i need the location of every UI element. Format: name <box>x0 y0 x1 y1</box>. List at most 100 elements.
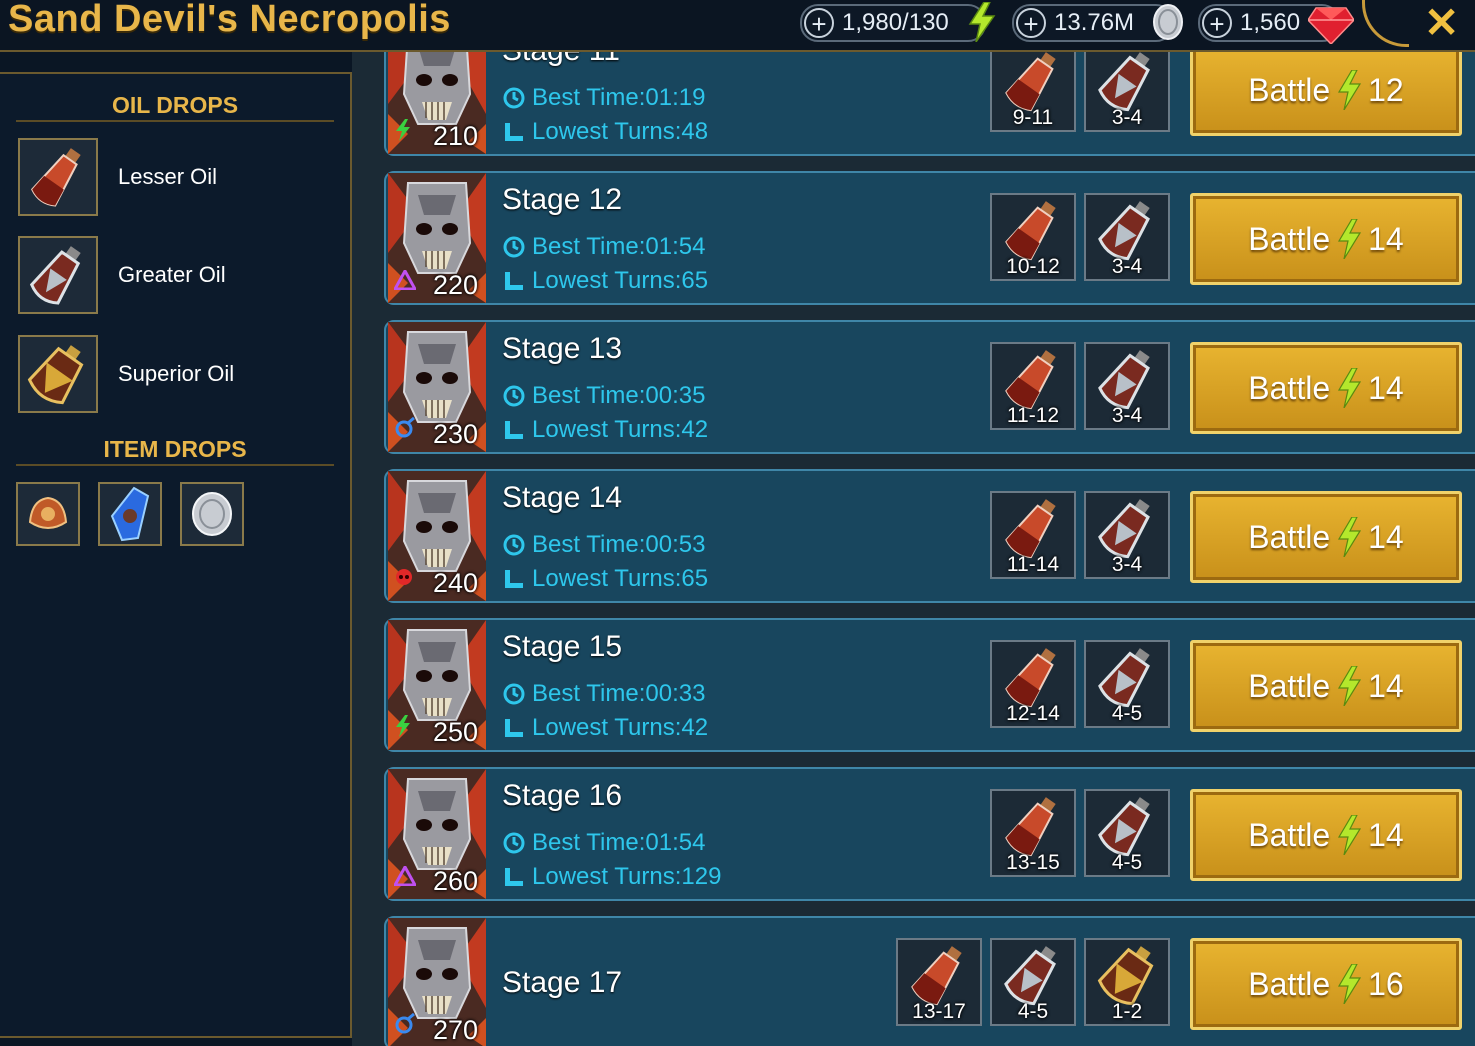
best-time: Best Time: 00:53 <box>502 531 705 559</box>
lowest-turns-value: 48 <box>681 118 709 145</box>
energy-icon <box>1336 219 1362 259</box>
stage-row[interactable]: 230 Stage 13 Best Time: 00:35 Lowest Turns:… <box>384 320 1475 454</box>
battle-button[interactable]: Battle 14 <box>1190 640 1462 732</box>
oil-drop-slot[interactable]: 9-11 <box>990 52 1076 132</box>
silver-value: 13.76M <box>1054 9 1135 36</box>
spirit-affinity-icon <box>394 416 416 444</box>
lowest-turns-label: Lowest Turns: <box>532 565 682 592</box>
drop-quantity: 3-4 <box>1111 553 1143 576</box>
energy-counter: + 1,980/130 <box>800 1 996 43</box>
stage-row[interactable]: 270 Stage 17 13-17 4-5 1-2 Battle 16 <box>384 916 1475 1046</box>
oil-drop-slot[interactable]: 4-5 <box>1084 640 1170 728</box>
oil-drop-slot[interactable]: 4-5 <box>990 938 1076 1026</box>
energy-icon <box>966 1 998 47</box>
battle-label: Battle <box>1248 816 1331 853</box>
oil-drop-slot[interactable]: 3-4 <box>1084 491 1170 579</box>
drop-quantity: 11-12 <box>1006 404 1060 427</box>
silver-coin-icon[interactable] <box>180 482 244 546</box>
energy-icon <box>1336 666 1362 706</box>
drop-quantity: 4-5 <box>1017 1000 1049 1023</box>
oil-drop-slot[interactable]: 13-15 <box>990 789 1076 877</box>
add-gems-button[interactable]: + <box>1202 8 1232 38</box>
clock-icon <box>502 682 526 706</box>
oil-label: Greater Oil <box>118 262 226 287</box>
best-time-label: Best Time: <box>532 531 646 558</box>
magic-affinity-icon <box>392 863 418 891</box>
artifact-icon[interactable] <box>16 482 80 546</box>
oil-drop-slot[interactable]: 4-5 <box>1084 789 1170 877</box>
add-energy-button[interactable]: + <box>804 8 834 38</box>
clock-icon <box>502 384 526 408</box>
close-button[interactable]: ✕ <box>1424 0 1459 47</box>
oil-label: Superior Oil <box>118 361 235 386</box>
best-time: Best Time: 00:33 <box>502 680 705 708</box>
champion-shard-icon[interactable] <box>98 482 162 546</box>
best-time-label: Best Time: <box>532 829 646 856</box>
turns-icon <box>502 716 526 740</box>
divider <box>16 464 334 466</box>
oil-drop-slot[interactable]: 3-4 <box>1084 342 1170 430</box>
drop-quantity: 4-5 <box>1111 851 1143 874</box>
best-time-value: 00:35 <box>645 382 706 409</box>
best-time-label: Best Time: <box>532 233 646 260</box>
force-affinity-icon <box>394 119 412 146</box>
energy-icon <box>1336 70 1362 110</box>
turns-icon <box>502 567 526 591</box>
best-time: Best Time: 00:35 <box>502 382 705 410</box>
best-time: Best Time: 01:54 <box>502 233 705 261</box>
best-time-value: 00:53 <box>645 531 706 558</box>
oil-drop-greater[interactable]: Greater Oil <box>18 236 338 316</box>
oil-drop-slot[interactable]: 11-12 <box>990 342 1076 430</box>
lowest-turns-value: 65 <box>681 267 709 294</box>
drop-quantity: 1-2 <box>1111 1000 1143 1023</box>
stage-row[interactable]: 220 Stage 12 Best Time: 01:54 Lowest Turns:… <box>384 171 1475 305</box>
oil-drop-lesser[interactable]: Lesser Oil <box>18 138 338 218</box>
boss-portrait: 230 <box>388 322 486 452</box>
oil-drop-slot[interactable]: 12-14 <box>990 640 1076 728</box>
best-time-value: 01:54 <box>645 829 706 856</box>
stage-row[interactable]: 210 Stage 11 Best Time: 01:19 Lowest Turns:… <box>384 52 1475 156</box>
stage-row[interactable]: 260 Stage 16 Best Time: 01:54 Lowest Turns:… <box>384 767 1475 901</box>
add-silver-button[interactable]: + <box>1016 8 1046 38</box>
stage-name: Stage 17 <box>502 966 623 999</box>
battle-button[interactable]: Battle 12 <box>1190 52 1462 136</box>
best-time: Best Time: 01:19 <box>502 84 705 112</box>
greater-oil-icon <box>18 236 98 314</box>
battle-label: Battle <box>1248 518 1331 555</box>
drop-quantity: 3-4 <box>1111 404 1143 427</box>
oil-drop-slot[interactable]: 3-4 <box>1084 193 1170 281</box>
battle-button[interactable]: Battle 14 <box>1190 342 1462 434</box>
oil-drop-superior[interactable]: Superior Oil <box>18 335 338 415</box>
oil-drop-slot[interactable]: 3-4 <box>1084 52 1170 132</box>
stage-row[interactable]: 250 Stage 15 Best Time: 00:33 Lowest Turns:… <box>384 618 1475 752</box>
clock-icon <box>502 831 526 855</box>
energy-icon <box>1336 964 1362 1004</box>
force-affinity-icon <box>394 715 412 742</box>
oil-drop-slot[interactable]: 11-14 <box>990 491 1076 579</box>
drop-quantity: 4-5 <box>1111 702 1143 725</box>
boss-portrait: 260 <box>388 769 486 899</box>
top-bar: Sand Devil's Necropolis + 1,980/130 + 13… <box>0 0 1475 52</box>
oil-drop-slot[interactable]: 13-17 <box>896 938 982 1026</box>
battle-label: Battle <box>1248 965 1331 1002</box>
oil-label: Lesser Oil <box>118 164 218 189</box>
battle-button[interactable]: Battle 14 <box>1190 789 1462 881</box>
best-time-value: 00:33 <box>645 680 706 707</box>
item-drops-title: ITEM DROPS <box>103 436 247 462</box>
battle-button[interactable]: Battle 16 <box>1190 938 1462 1030</box>
stage-list[interactable]: 210 Stage 11 Best Time: 01:19 Lowest Turns:… <box>384 52 1475 1046</box>
oil-drop-slot[interactable]: 1-2 <box>1084 938 1170 1026</box>
energy-cost: 14 <box>1368 220 1404 257</box>
lowest-turns-value: 42 <box>681 714 709 741</box>
battle-button[interactable]: Battle 14 <box>1190 491 1462 583</box>
boss-level: 270 <box>432 1015 478 1045</box>
stage-name: Stage 15 <box>502 630 623 663</box>
turns-icon <box>502 418 526 442</box>
stage-row[interactable]: 240 Stage 14 Best Time: 00:53 Lowest Turns:… <box>384 469 1475 603</box>
boss-level: 220 <box>432 270 478 300</box>
lesser-oil-icon <box>18 138 98 216</box>
boss-portrait: 220 <box>388 173 486 303</box>
energy-cost: 14 <box>1368 369 1404 406</box>
battle-button[interactable]: Battle 14 <box>1190 193 1462 285</box>
oil-drop-slot[interactable]: 10-12 <box>990 193 1076 281</box>
